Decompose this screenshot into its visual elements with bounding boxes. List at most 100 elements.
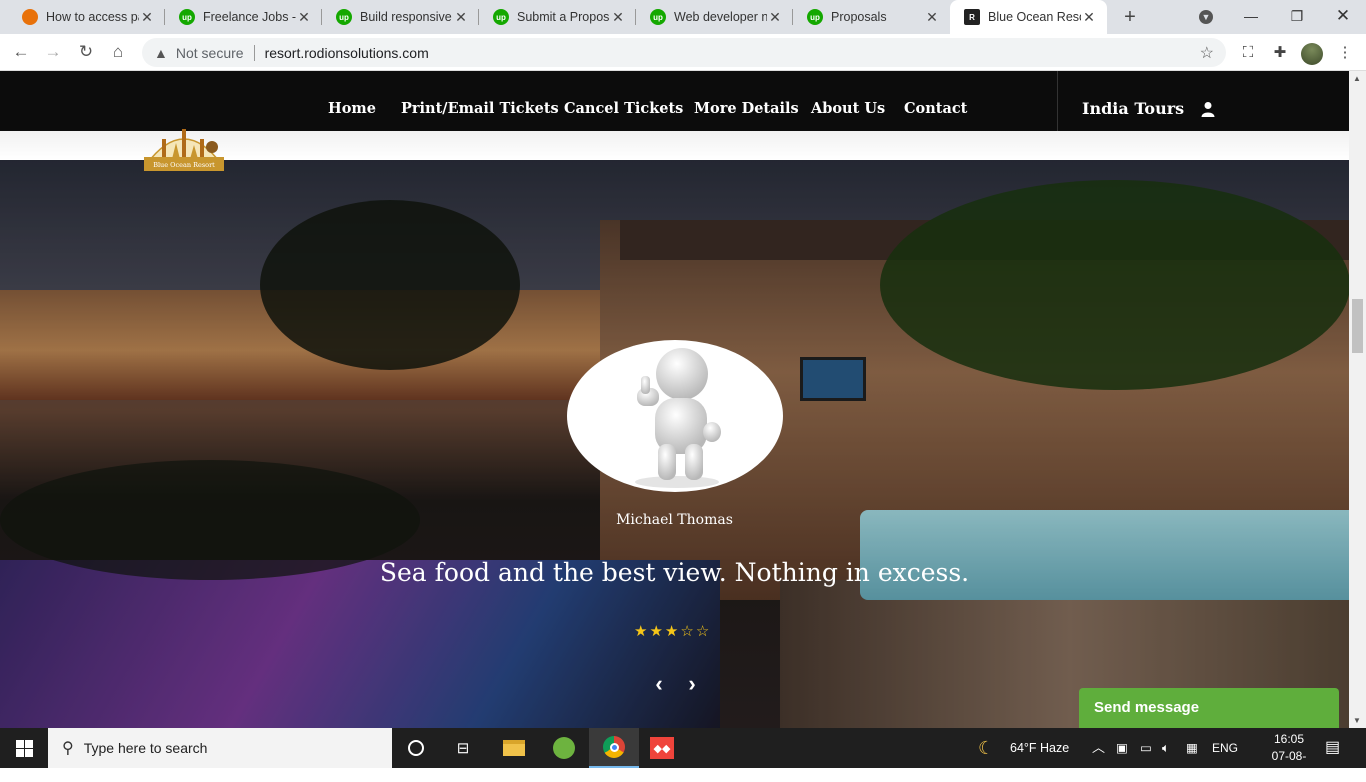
notifications-icon[interactable]: ▤	[1325, 728, 1340, 768]
star-filled-icon: ★	[634, 623, 648, 640]
meet-now-icon[interactable]: ▣	[1116, 728, 1128, 768]
task-view-icon[interactable]: ⊟	[438, 728, 488, 768]
maximize-icon[interactable]: ❐	[1274, 0, 1320, 34]
user-icon[interactable]	[1200, 101, 1216, 117]
anydesk-icon[interactable]: ◆◆	[637, 728, 687, 768]
close-icon[interactable]: ✕	[453, 9, 469, 26]
close-icon[interactable]: ✕	[924, 9, 940, 26]
tab-title: How to access pa	[46, 10, 139, 24]
search-placeholder: Type here to search	[83, 740, 208, 756]
nav-more-details[interactable]: More Details	[694, 71, 799, 131]
clock-time: 16:05	[1273, 732, 1305, 746]
tab-strip: How to access pa ✕ up Freelance Jobs - U…	[0, 0, 1366, 34]
resort-logo[interactable]: Blue Ocean Resort	[142, 117, 226, 173]
search-icon: ⚲	[62, 740, 74, 757]
upwork-icon: up	[650, 9, 666, 25]
tab-title: Web developer ne	[674, 10, 767, 24]
nav-divider	[1057, 71, 1058, 131]
home-icon[interactable]: ⌂	[105, 39, 131, 65]
nav-home[interactable]: Home	[328, 71, 376, 131]
upwork-icon: up	[493, 9, 509, 25]
network-icon[interactable]: ▦	[1186, 728, 1198, 768]
browser-tab[interactable]: up Freelance Jobs - U ✕	[165, 0, 322, 34]
address-bar-row: ← → ↻ ⌂ ▲ Not secure resort.rodionsoluti…	[0, 34, 1366, 71]
security-label[interactable]: Not secure	[176, 45, 244, 61]
close-icon[interactable]: ✕	[610, 9, 626, 26]
warning-icon[interactable]: ▲	[154, 45, 168, 61]
extensions-puzzle-icon[interactable]: ✚	[1269, 42, 1291, 64]
taskbar: ⚲ Type here to search ⊟ ◆◆ ☾ 64°F Haze ︿…	[0, 728, 1366, 780]
star-empty-icon: ☆	[695, 623, 710, 640]
close-window-icon[interactable]: ✕	[1320, 0, 1366, 34]
battery-icon[interactable]: ▭	[1140, 728, 1152, 768]
close-icon[interactable]: ✕	[767, 9, 783, 26]
screenshot-extension-icon[interactable]: ⛶	[1237, 42, 1259, 64]
weather-icon[interactable]: ☾	[978, 728, 994, 768]
browser-tab[interactable]: How to access pa ✕	[8, 0, 165, 34]
show-hidden-icons-chevron[interactable]: ︿	[1092, 728, 1105, 768]
tab-title: Blue Ocean Resor	[988, 10, 1081, 24]
star-filled-icon: ★	[664, 623, 679, 640]
profile-avatar[interactable]	[1301, 43, 1323, 65]
star-filled-icon: ★	[649, 623, 663, 640]
tab-title: Freelance Jobs - U	[203, 10, 296, 24]
close-icon[interactable]: ✕	[139, 9, 155, 26]
nav-about-us[interactable]: About Us	[811, 71, 885, 131]
doc-icon	[22, 9, 38, 25]
browser-tab[interactable]: up Proposals ✕	[793, 0, 950, 34]
browser-tab[interactable]: up Build responsive w ✕	[322, 0, 479, 34]
logo-text: Blue Ocean Resort	[153, 161, 215, 169]
browser-tab[interactable]: up Web developer ne ✕	[636, 0, 793, 34]
cortana-icon[interactable]	[391, 728, 441, 768]
browser-tab[interactable]: up Submit a Proposal ✕	[479, 0, 636, 34]
bookmark-star-icon[interactable]: ☆	[1200, 43, 1214, 63]
next-slide-arrow[interactable]: ›	[682, 673, 702, 695]
chrome-icon[interactable]	[589, 728, 639, 768]
spring-tool-icon[interactable]	[539, 728, 589, 768]
r-icon: R	[964, 9, 980, 25]
reviewer-name: Michael Thomas	[616, 512, 733, 528]
forward-icon[interactable]: →	[40, 39, 66, 65]
url-field[interactable]: ▲ Not secure resort.rodionsolutions.com …	[142, 38, 1226, 67]
windows-start-icon[interactable]	[0, 728, 48, 768]
tab-title: Build responsive w	[360, 10, 453, 24]
divider	[253, 44, 255, 61]
clock-date: 07-08-2021	[1271, 749, 1307, 780]
star-empty-icon: ☆	[680, 623, 694, 640]
testimonial-quote: Sea food and the best view. Nothing in e…	[379, 558, 970, 587]
reload-icon[interactable]: ↻	[73, 39, 99, 65]
send-message-button[interactable]: Send message	[1079, 688, 1339, 728]
system-clock[interactable]: 16:05 07-08-2021	[1266, 731, 1312, 782]
reviewer-photo	[567, 340, 783, 492]
scrollbar-thumb[interactable]	[1352, 299, 1363, 353]
file-explorer-icon[interactable]	[489, 728, 539, 768]
browser-tab-active[interactable]: R Blue Ocean Resor ✕	[950, 0, 1107, 34]
prev-slide-arrow[interactable]: ‹	[649, 673, 669, 695]
tab-search-icon[interactable]: ▼	[1183, 0, 1229, 34]
scroll-down-icon[interactable]: ▼	[1353, 716, 1361, 725]
thumbs-up-figure	[635, 348, 721, 488]
new-tab-icon[interactable]: +	[1118, 5, 1142, 29]
nav-print-email-tickets[interactable]: Print/Email Tickets	[401, 71, 559, 131]
upwork-icon: up	[807, 9, 823, 25]
brand-link[interactable]: India Tours	[1082, 71, 1184, 131]
minimize-icon[interactable]: —	[1228, 0, 1274, 34]
page-scrollbar[interactable]: ▲ ▼	[1349, 71, 1366, 728]
testimonial-slider: Michael Thomas Sea food and the best vie…	[0, 160, 1349, 728]
back-icon[interactable]: ←	[8, 39, 34, 65]
nav-contact[interactable]: Contact	[904, 71, 967, 131]
taskbar-search[interactable]: ⚲ Type here to search	[48, 728, 392, 768]
volume-icon[interactable]: 🔈︎	[1162, 728, 1170, 768]
tab-title: Submit a Proposal	[517, 10, 610, 24]
upwork-icon: up	[336, 9, 352, 25]
url-text[interactable]: resort.rodionsolutions.com	[265, 45, 429, 61]
close-icon[interactable]: ✕	[1081, 9, 1097, 26]
rating-stars: ★ ★ ★ ☆ ☆	[634, 624, 716, 640]
close-icon[interactable]: ✕	[296, 9, 312, 26]
weather-text[interactable]: 64°F Haze	[1010, 728, 1069, 768]
nav-cancel-tickets[interactable]: Cancel Tickets	[564, 71, 683, 131]
language-indicator[interactable]: ENG	[1212, 728, 1238, 768]
menu-kebab-icon[interactable]: ⋮	[1334, 42, 1356, 64]
scroll-up-icon[interactable]: ▲	[1353, 74, 1361, 83]
upwork-icon: up	[179, 9, 195, 25]
